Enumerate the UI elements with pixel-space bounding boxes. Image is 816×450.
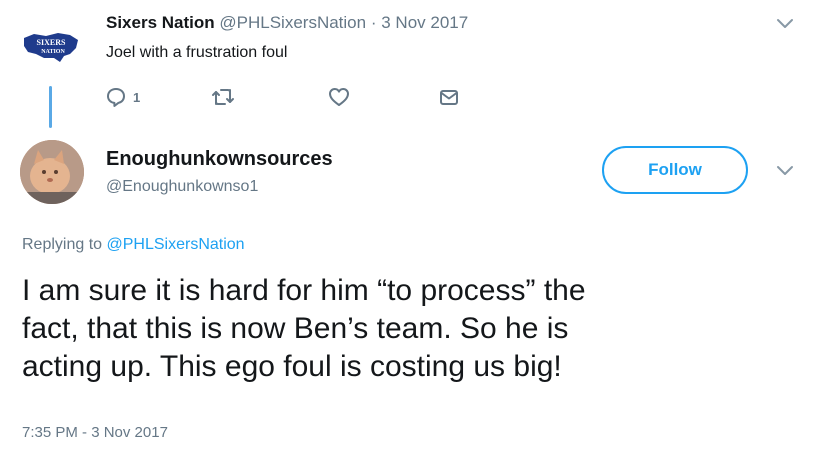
logo-text-top: SIXERS: [37, 38, 66, 47]
parent-author-handle[interactable]: @PHLSixersNation: [219, 13, 366, 32]
logo-text-bottom: NATION: [41, 49, 65, 55]
avatar[interactable]: [20, 140, 84, 204]
like-button[interactable]: [328, 85, 350, 109]
thread-connector-line: [49, 86, 52, 128]
reply-count: 1: [133, 89, 141, 105]
parent-tweet-date[interactable]: 3 Nov 2017: [381, 13, 468, 32]
reply-text-line: I am sure it is hard for him “to process…: [22, 274, 586, 307]
reply-timestamp[interactable]: 7:35 PM - 3 Nov 2017: [22, 424, 168, 441]
direct-message-icon: [438, 86, 460, 108]
chevron-down-icon[interactable]: [775, 16, 795, 30]
replying-to-label: Replying to: [22, 236, 103, 253]
parent-tweet-actions: 1: [105, 85, 485, 109]
reply-author-handle[interactable]: @Enoughunkownso1: [106, 178, 258, 196]
parent-tweet-text: Joel with a frustration foul: [106, 44, 288, 61]
replying-to-line: Replying to @PHLSixersNation: [22, 236, 245, 254]
parent-author-name[interactable]: Sixers Nation: [106, 13, 215, 32]
parent-tweet-header: Sixers Nation @PHLSixersNation · 3 Nov 2…: [106, 13, 468, 33]
direct-message-button[interactable]: [438, 85, 460, 109]
replying-to-mention[interactable]: @PHLSixersNation: [107, 236, 245, 253]
retweet-icon: [210, 86, 236, 108]
retweet-button[interactable]: [210, 85, 236, 109]
header-separator: ·: [370, 13, 377, 32]
reply-button[interactable]: 1: [105, 85, 140, 109]
reply-tweet-text: I am sure it is hard for him “to process…: [22, 272, 792, 386]
like-icon: [328, 86, 350, 108]
chevron-down-icon[interactable]: [775, 163, 795, 177]
reply-text-line: fact, that this is now Ben’s team. So he…: [22, 312, 569, 345]
sixers-nation-logo[interactable]: SIXERS NATION: [20, 28, 82, 68]
reply-icon: [105, 86, 127, 108]
reply-author-name[interactable]: Enoughunkownsources: [106, 148, 333, 171]
reply-text-line: acting up. This ego foul is costing us b…: [22, 350, 562, 383]
follow-button[interactable]: Follow: [602, 146, 748, 194]
